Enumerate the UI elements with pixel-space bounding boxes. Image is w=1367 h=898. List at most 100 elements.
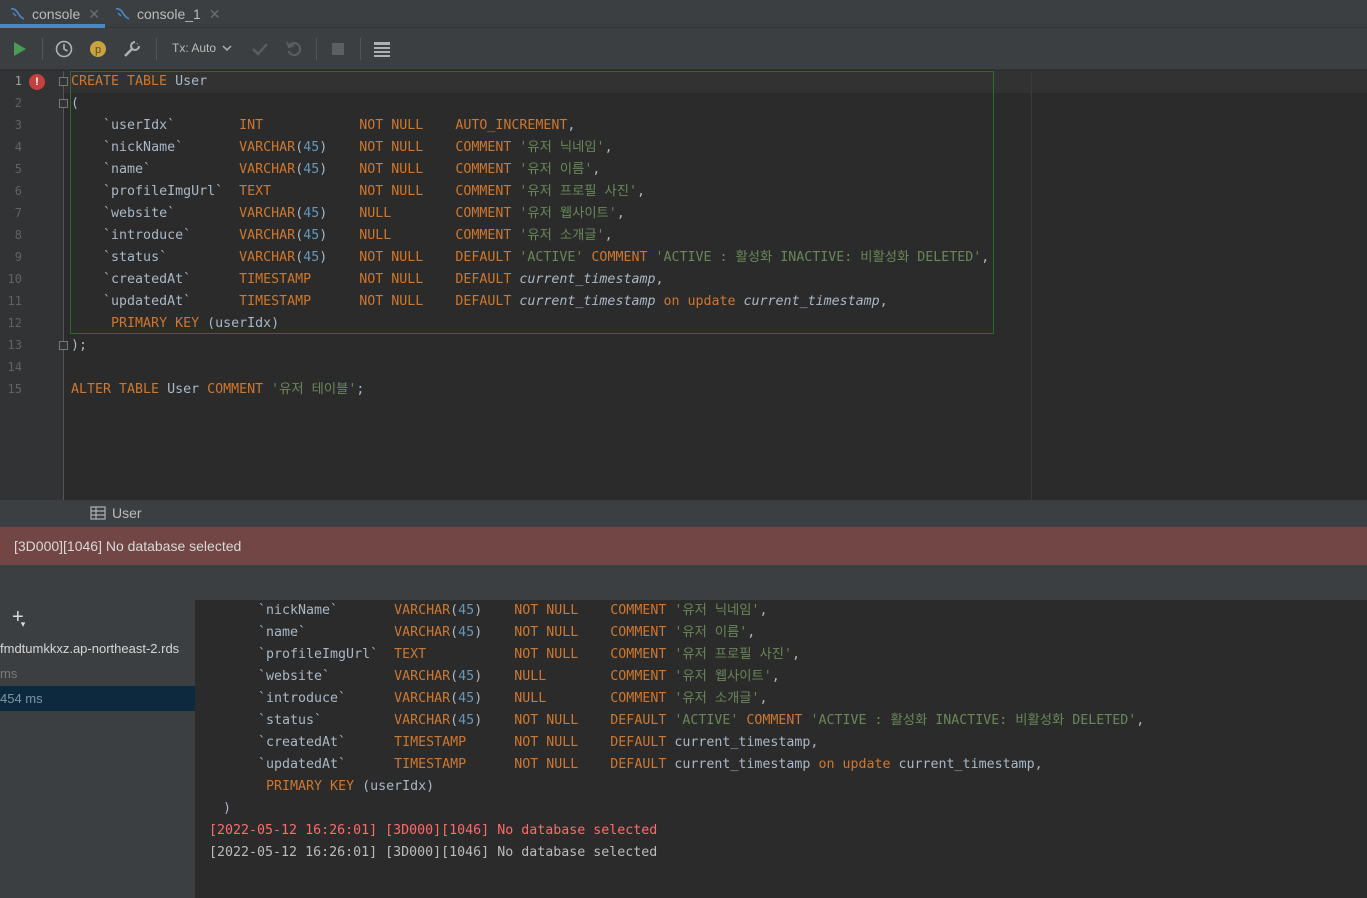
log-line-error: [2022-05-12 16:26:01] [3D000][1046] No d… xyxy=(209,823,658,838)
close-icon[interactable]: ✕ xyxy=(209,6,221,23)
line-number: 2 xyxy=(14,96,22,110)
tab-console[interactable]: console ✕ xyxy=(0,0,105,28)
code-token: NULL xyxy=(514,691,547,706)
fold-marker-icon[interactable] xyxy=(59,77,68,86)
code-line: PRIMARY KEY (userIdx) xyxy=(71,313,279,335)
code-line: `userIdx` INT NOT NULL AUTO_INCREMENT, xyxy=(71,115,575,137)
line-number: 8 xyxy=(14,228,22,242)
code-token: VARCHAR xyxy=(394,713,451,728)
parameters-icon[interactable]: p xyxy=(87,38,109,60)
close-icon[interactable]: ✕ xyxy=(88,6,100,23)
code-token: NULL xyxy=(359,206,392,221)
toolbar-separator xyxy=(316,38,317,60)
code-token: VARCHAR xyxy=(394,603,451,618)
code-token: ) xyxy=(474,691,515,706)
output-console[interactable]: `nickName` VARCHAR(45) NOT NULL COMMENT … xyxy=(197,600,1367,898)
add-plus-icon[interactable]: +▾ xyxy=(12,606,25,630)
tx-mode-label: Tx: Auto xyxy=(172,41,217,55)
code-token: ( xyxy=(295,206,304,221)
session-row-selected[interactable]: 454 ms xyxy=(0,686,195,711)
code-token: ( xyxy=(295,250,304,265)
output-line: ) xyxy=(223,798,231,820)
code-token: '유저 프로필 사진' xyxy=(519,184,638,199)
code-token: '유저 닉네임' xyxy=(519,140,605,155)
code-token: , xyxy=(1136,713,1145,728)
code-token: ALTER TABLE xyxy=(71,382,168,397)
code-line: `updatedAt` TIMESTAMP NOT NULL DEFAULT c… xyxy=(71,291,888,313)
code-token: `website` xyxy=(103,206,176,221)
code-token: 45 xyxy=(458,713,475,728)
code-token: ) xyxy=(474,669,515,684)
code-token: COMMENT xyxy=(610,669,675,684)
code-token: COMMENT xyxy=(583,250,656,265)
results-table-icon[interactable] xyxy=(371,38,393,60)
rollback-icon[interactable] xyxy=(283,38,305,60)
code-token: `status` xyxy=(258,713,323,728)
code-token: DEFAULT xyxy=(610,757,675,772)
error-icon[interactable]: ! xyxy=(29,74,45,90)
code-token: (userIdx) xyxy=(207,316,280,331)
editor-tab-bar: console ✕ console_1 ✕ xyxy=(0,0,1367,28)
transaction-mode-dropdown[interactable]: Tx: Auto xyxy=(172,41,232,55)
code-token: CREATE TABLE xyxy=(71,74,176,89)
settings-wrench-icon[interactable] xyxy=(121,38,143,60)
code-token: '유저 이름' xyxy=(674,625,748,640)
code-token: NOT NULL xyxy=(514,625,579,640)
code-line: `status` VARCHAR(45) NOT NULL DEFAULT 'A… xyxy=(71,247,989,269)
code-token: User xyxy=(167,382,208,397)
fold-marker-icon[interactable] xyxy=(59,341,68,350)
code-token: 'ACTIVE' xyxy=(519,250,584,265)
code-token: '유저 웹사이트' xyxy=(674,669,772,684)
sql-editor[interactable]: ! 1 2 3 4 5 6 7 8 9 10 11 12 13 14 15 CREATE TABLE Use… xyxy=(0,71,1367,500)
output-line: `name` VARCHAR(45) NOT NULL COMMENT '유저 … xyxy=(258,622,755,644)
code-token: , xyxy=(616,206,625,221)
code-token: current_timestamp xyxy=(674,757,819,772)
code-token: ) xyxy=(319,250,360,265)
code-token: 45 xyxy=(303,250,320,265)
code-line: `website` VARCHAR(45) NULL COMMENT '유저 웹… xyxy=(71,203,625,225)
history-icon[interactable] xyxy=(53,38,75,60)
results-tab-user[interactable]: User xyxy=(90,505,142,521)
output-line: `nickName` VARCHAR(45) NOT NULL COMMENT … xyxy=(258,600,768,622)
execute-icon[interactable] xyxy=(9,38,31,60)
code-token: 'ACTIVE : 활성화 INACTIVE: 비활성화 DELETED' xyxy=(655,250,982,265)
code-token: TEXT xyxy=(239,184,272,199)
code-token: '유저 이름' xyxy=(519,162,593,177)
code-token: ( xyxy=(71,96,80,111)
toolbar-separator xyxy=(42,38,43,60)
code-line: ( xyxy=(71,93,79,115)
code-token: 45 xyxy=(303,162,320,177)
commit-icon[interactable] xyxy=(249,38,271,60)
tab-console-1[interactable]: console_1 ✕ xyxy=(105,0,235,28)
code-token: ) xyxy=(474,625,515,640)
code-token: DEFAULT xyxy=(610,735,675,750)
output-line: `status` VARCHAR(45) NOT NULL DEFAULT 'A… xyxy=(258,710,1144,732)
code-token: VARCHAR xyxy=(394,625,451,640)
code-token: COMMENT xyxy=(455,184,520,199)
session-row-host[interactable]: fmdtumkkxz.ap-northeast-2.rds xyxy=(0,636,195,661)
code-token: `createdAt` xyxy=(103,272,192,287)
code-token: , xyxy=(637,184,646,199)
code-token: , xyxy=(771,669,780,684)
code-token: `website` xyxy=(258,669,331,684)
stop-icon[interactable] xyxy=(327,38,349,60)
line-number: 7 xyxy=(14,206,22,220)
fold-marker-icon[interactable] xyxy=(59,99,68,108)
session-row-timing[interactable]: ms xyxy=(0,661,195,686)
session-timing-label: ms xyxy=(0,666,18,681)
